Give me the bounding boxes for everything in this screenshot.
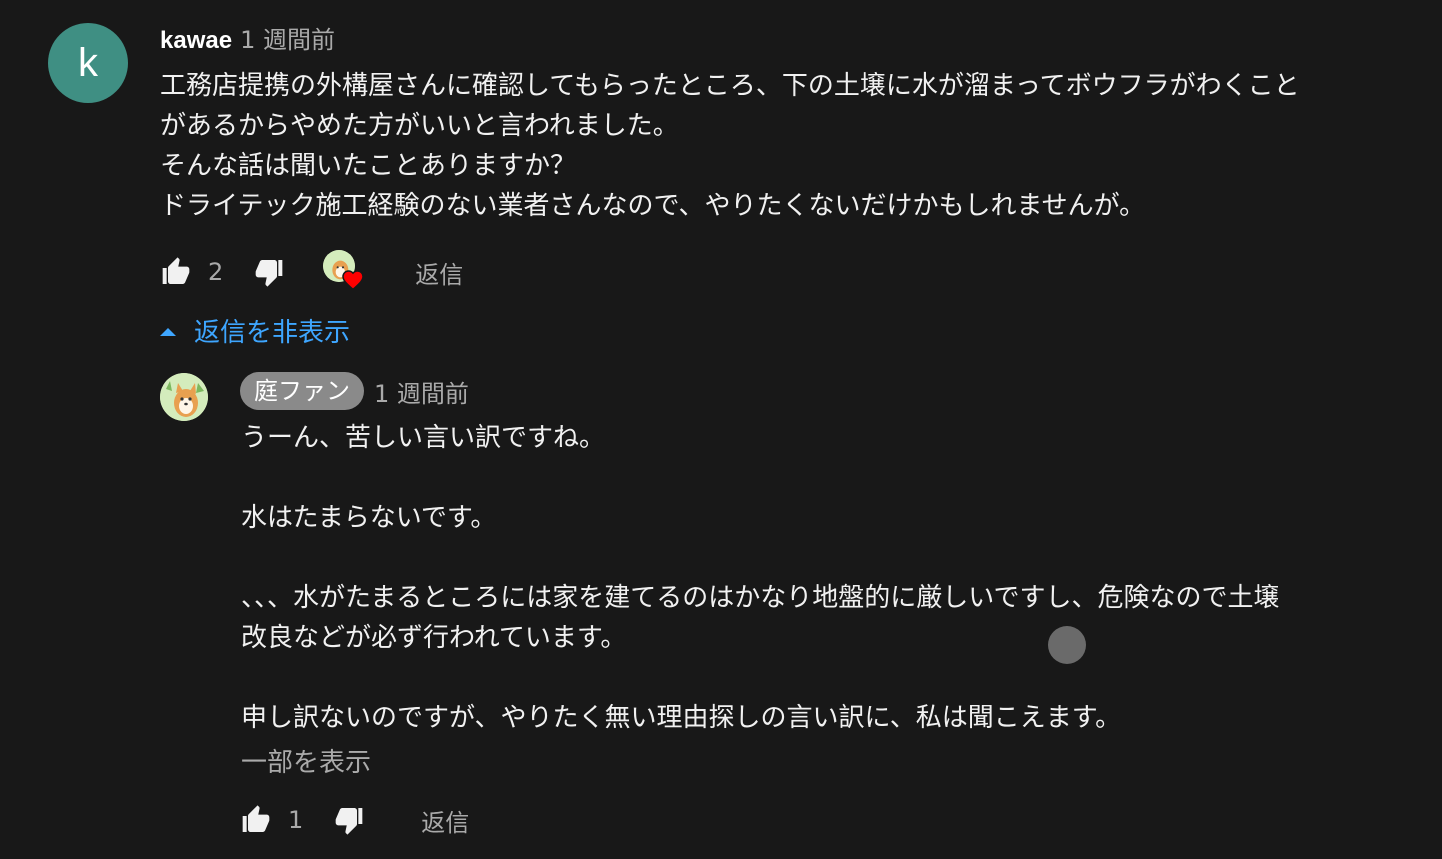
avatar[interactable]: k	[48, 23, 128, 103]
reply-line: 、、、水がたまるところには家を建てるのはかなり地盤的に厳しいですし、危険なので土…	[241, 583, 1280, 613]
reply-line	[241, 458, 1279, 498]
reply-actions: 1 返信	[240, 800, 469, 840]
comment-body: 工務店提携の外構屋さんに確認してもらったところ、下の土壌に水が溜まってボウフラが…	[160, 66, 1300, 226]
reply-line	[241, 658, 1279, 698]
like-count: 2	[208, 258, 224, 286]
comment-line: があるからやめた方がいいと言われました。	[160, 111, 679, 141]
comment-header: kawae 1 週間前	[160, 24, 335, 57]
thumbs-up-icon	[242, 805, 270, 832]
reply-body: うーん、苦しい言い訳ですね。 水はたまらないです。 、、、水がたまるところには家…	[241, 418, 1279, 738]
hide-replies-button[interactable]: 返信を非表示	[160, 312, 350, 349]
touch-cursor-indicator	[1048, 626, 1086, 664]
comment-actions: 2 返信	[160, 250, 463, 294]
thumbs-down-icon	[335, 808, 363, 835]
reply-line: 改良などが必ず行われています。	[241, 623, 627, 653]
creator-heart[interactable]	[323, 250, 367, 294]
comment-line: そんな話は聞いたことありますか？	[160, 151, 577, 181]
avatar-letter: k	[78, 40, 98, 85]
thumbs-up-icon	[162, 257, 190, 284]
reply-reply-button[interactable]: 返信	[421, 803, 469, 838]
reply-header: 庭ファン 1 週間前	[240, 372, 469, 410]
author-name[interactable]: kawae	[160, 27, 232, 54]
hide-replies-label: 返信を非表示	[194, 318, 351, 348]
reply-timestamp[interactable]: 1 週間前	[374, 374, 469, 409]
reply-like-count: 1	[288, 806, 304, 834]
reply-line	[241, 538, 1279, 578]
reply-line: うーん、苦しい言い訳ですね。	[241, 423, 606, 453]
reply-line: 申し訳ないのですが、やりたく無い理由探しの言い訳に、私は聞こえます。	[241, 703, 1122, 733]
show-less-button[interactable]: 一部を表示	[241, 742, 371, 779]
reply-like-button[interactable]	[240, 804, 272, 836]
reply-avatar[interactable]	[160, 373, 208, 421]
dog-avatar-icon	[160, 373, 208, 421]
comment-timestamp[interactable]: 1 週間前	[240, 26, 335, 54]
like-button[interactable]	[160, 256, 192, 288]
comment-line: 工務店提携の外構屋さんに確認してもらったところ、下の土壌に水が溜まってボウフラが…	[160, 71, 1300, 101]
comment-thread: k kawae 1 週間前 工務店提携の外構屋さんに確認してもらったところ、下の土…	[0, 0, 1442, 859]
reply-button[interactable]: 返信	[415, 255, 463, 290]
dislike-button[interactable]	[253, 256, 285, 288]
heart-icon	[342, 270, 365, 291]
thumbs-down-icon	[255, 260, 283, 287]
caret-up-icon	[160, 327, 176, 336]
creator-badge[interactable]: 庭ファン	[240, 372, 364, 410]
comment-line: ドライテック施工経験のない業者さんなので、やりたくないだけかもしれませんが。	[160, 191, 1146, 221]
reply-dislike-button[interactable]	[333, 804, 365, 836]
reply-line: 水はたまらないです。	[241, 503, 497, 533]
